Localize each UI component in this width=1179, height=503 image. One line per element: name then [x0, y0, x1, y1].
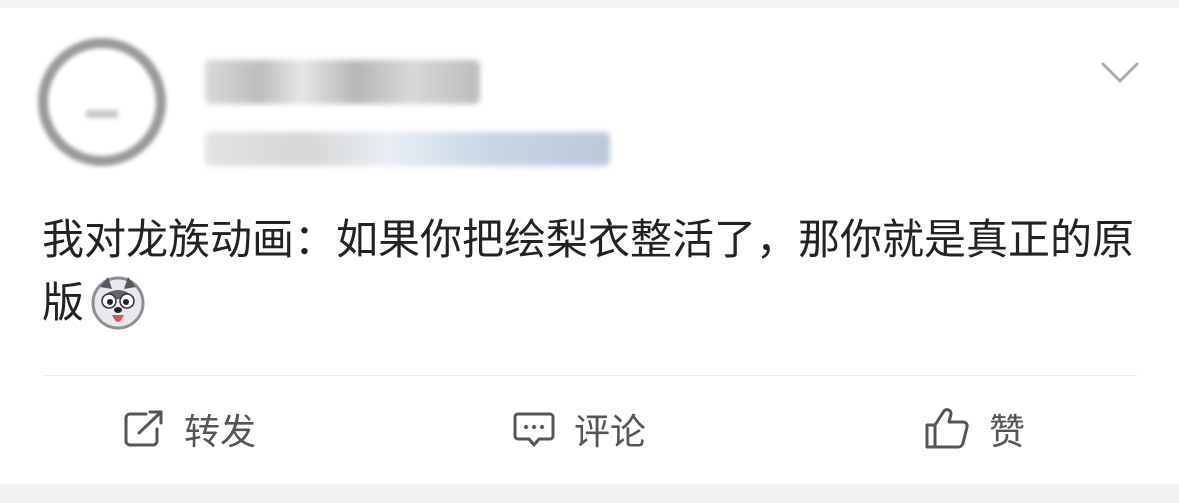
- post-text: 我对龙族动画：如果你把绘梨衣整活了，那你就是真正的原版: [42, 215, 1135, 327]
- bottom-separator: [0, 484, 1179, 503]
- like-button[interactable]: 赞: [923, 400, 1025, 458]
- top-separator: [0, 0, 1179, 8]
- divider: [42, 375, 1137, 376]
- weibo-post-card: 我对龙族动画：如果你把绘梨衣整活了，那你就是真正的原版 转发 评论 赞: [0, 0, 1179, 503]
- comment-button[interactable]: 评论: [512, 400, 646, 458]
- avatar[interactable]: [38, 38, 166, 166]
- avatar-logo: [86, 110, 118, 118]
- username-blurred[interactable]: [205, 60, 480, 104]
- husky-tongue-emoji-icon: [91, 276, 145, 330]
- comment-label: 评论: [574, 412, 647, 453]
- like-label: 赞: [989, 412, 1026, 453]
- chevron-down-icon[interactable]: [1100, 60, 1140, 86]
- thumbs-up-icon: [925, 408, 969, 449]
- share-label: 转发: [184, 412, 257, 453]
- post-meta-blurred: [205, 132, 610, 166]
- share-icon: [124, 410, 163, 447]
- comment-icon: [513, 412, 555, 447]
- post-content: 我对龙族动画：如果你把绘梨衣整活了，那你就是真正的原版: [42, 208, 1142, 334]
- share-button[interactable]: 转发: [122, 400, 256, 458]
